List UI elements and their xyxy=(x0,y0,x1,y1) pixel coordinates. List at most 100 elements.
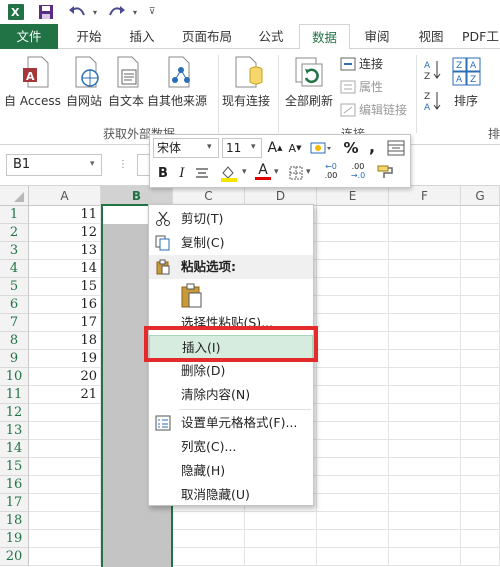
grid-cell[interactable] xyxy=(317,296,389,314)
tab-pdf[interactable]: PDF工 xyxy=(462,24,500,49)
grid-cell[interactable] xyxy=(461,530,500,548)
row-header[interactable]: 16 xyxy=(0,476,29,494)
grid-cell[interactable] xyxy=(389,404,461,422)
font-size-dropdown-icon[interactable]: ▾ xyxy=(251,142,256,152)
grid-cell[interactable] xyxy=(461,368,500,386)
tab-home[interactable]: 开始 xyxy=(64,24,114,49)
grid-cell[interactable]: 12 xyxy=(29,224,101,242)
format-painter-icon[interactable] xyxy=(375,162,397,182)
column-header-a[interactable]: A xyxy=(29,186,101,206)
column-header-c[interactable]: C xyxy=(173,186,245,206)
menu-item-hide[interactable]: 隐藏(H) xyxy=(149,459,313,483)
access-icon[interactable]: A xyxy=(22,56,50,91)
paste-option-icon[interactable] xyxy=(179,283,205,309)
grid-cell[interactable]: 11 xyxy=(29,206,101,224)
tab-insert[interactable]: 插入 xyxy=(118,24,166,49)
connections-button[interactable]: 连接 xyxy=(359,55,383,72)
row-header[interactable]: 10 xyxy=(0,368,29,386)
grid-cell[interactable] xyxy=(461,224,500,242)
grid-cell[interactable] xyxy=(461,440,500,458)
shrink-font-button[interactable]: A ▼ xyxy=(287,138,303,158)
grid-cell[interactable] xyxy=(389,440,461,458)
grid-cell[interactable] xyxy=(317,548,389,566)
grid-cell[interactable] xyxy=(317,530,389,548)
grid-cell[interactable] xyxy=(29,422,101,440)
grid-cell[interactable] xyxy=(461,404,500,422)
menu-item-delete[interactable]: 删除(D) xyxy=(149,359,313,383)
font-name-dropdown-icon[interactable]: ▾ xyxy=(207,142,212,152)
existing-connections-icon[interactable] xyxy=(234,56,264,91)
grid-cell[interactable]: 15 xyxy=(29,278,101,296)
grid-cell[interactable] xyxy=(389,260,461,278)
from-access-button[interactable]: 自 Access xyxy=(4,92,61,109)
from-text-button[interactable]: 自文本 xyxy=(108,92,144,109)
grid-cell[interactable] xyxy=(461,548,500,566)
grid-cell[interactable] xyxy=(461,242,500,260)
grid-cell[interactable] xyxy=(317,512,389,530)
column-header-d[interactable]: D xyxy=(245,186,317,206)
refresh-all-button[interactable]: 全部刷新 xyxy=(285,92,333,109)
column-header-f[interactable]: F xyxy=(389,186,461,206)
name-box[interactable]: B1 xyxy=(6,154,102,176)
grid-cell[interactable]: 21 xyxy=(29,386,101,404)
row-header[interactable]: 3 xyxy=(0,242,29,260)
grid-cell[interactable] xyxy=(389,458,461,476)
grid-cell[interactable] xyxy=(461,386,500,404)
select-all-button[interactable] xyxy=(0,186,29,206)
grid-cell[interactable] xyxy=(389,476,461,494)
web-icon[interactable] xyxy=(72,56,100,91)
italic-button[interactable]: I xyxy=(176,163,188,183)
grid-cell[interactable] xyxy=(245,530,317,548)
grid-cell[interactable] xyxy=(29,440,101,458)
row-header[interactable]: 9 xyxy=(0,350,29,368)
other-sources-icon[interactable] xyxy=(165,56,193,91)
grid-cell[interactable] xyxy=(245,548,317,566)
grid-cell[interactable] xyxy=(29,458,101,476)
grid-cell[interactable] xyxy=(317,242,389,260)
bold-button[interactable]: B xyxy=(155,163,171,183)
grid-cell[interactable] xyxy=(389,494,461,512)
row-header[interactable]: 20 xyxy=(0,548,29,566)
redo-dropdown-icon[interactable]: ▾ xyxy=(130,3,140,21)
menu-item-cut[interactable]: 剪切(T) xyxy=(149,207,313,231)
row-header[interactable]: 15 xyxy=(0,458,29,476)
grid-cell[interactable] xyxy=(317,440,389,458)
grid-cell[interactable] xyxy=(173,530,245,548)
grid-cell[interactable] xyxy=(461,332,500,350)
percent-style-button[interactable]: % xyxy=(343,138,359,158)
row-header[interactable]: 6 xyxy=(0,296,29,314)
grid-cell[interactable] xyxy=(389,422,461,440)
save-icon[interactable] xyxy=(36,3,56,21)
grid-cell[interactable] xyxy=(317,206,389,224)
grid-cell[interactable] xyxy=(389,242,461,260)
align-center-icon[interactable] xyxy=(194,163,210,183)
menu-item-copy[interactable]: 复制(C) xyxy=(149,231,313,255)
row-header[interactable]: 7 xyxy=(0,314,29,332)
menu-item-clear-contents[interactable]: 清除内容(N) xyxy=(149,383,313,407)
grid-cell[interactable] xyxy=(245,512,317,530)
font-size-box[interactable]: 11 xyxy=(222,138,262,158)
grid-cell[interactable] xyxy=(461,458,500,476)
menu-item-format-cells[interactable]: 设置单元格格式(F)... xyxy=(149,411,313,435)
tab-view[interactable]: 视图 xyxy=(410,24,452,49)
grid-cell[interactable] xyxy=(461,476,500,494)
row-header[interactable]: 4 xyxy=(0,260,29,278)
grid-cell[interactable] xyxy=(29,494,101,512)
grid-cell[interactable] xyxy=(389,224,461,242)
grid-cell[interactable]: 18 xyxy=(29,332,101,350)
borders-dropdown-icon[interactable]: ▾ xyxy=(306,167,311,177)
from-web-button[interactable]: 自网站 xyxy=(66,92,102,109)
grid-cell[interactable] xyxy=(389,206,461,224)
row-header[interactable]: 5 xyxy=(0,278,29,296)
row-header[interactable]: 8 xyxy=(0,332,29,350)
menu-item-column-width[interactable]: 列宽(C)... xyxy=(149,435,313,459)
grid-cell[interactable]: 19 xyxy=(29,350,101,368)
grid-cell[interactable] xyxy=(389,296,461,314)
increase-decimal-button[interactable]: ←0.00 xyxy=(320,161,342,181)
tab-formulas[interactable]: 公式 xyxy=(250,24,292,49)
fill-color-icon[interactable] xyxy=(218,163,240,183)
grid-cell[interactable] xyxy=(173,512,245,530)
grid-cell[interactable] xyxy=(461,296,500,314)
menu-item-unhide[interactable]: 取消隐藏(U) xyxy=(149,483,313,507)
grid-cell[interactable] xyxy=(317,458,389,476)
